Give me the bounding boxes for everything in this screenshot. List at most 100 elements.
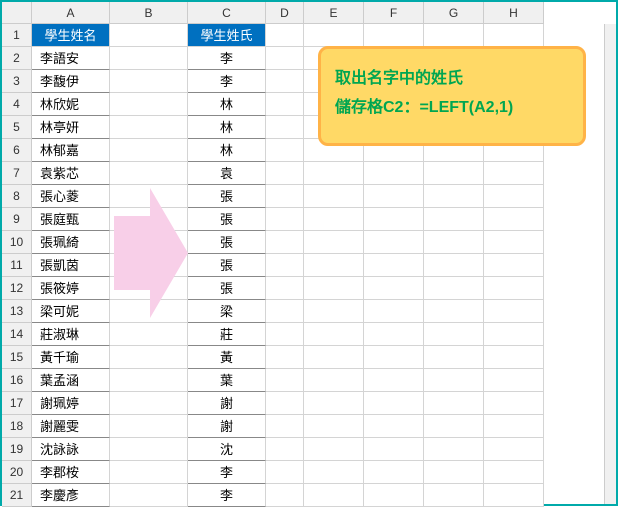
cell-E20[interactable] [304, 461, 364, 484]
cell-B8[interactable] [110, 185, 188, 208]
row-header-17[interactable]: 17 [2, 392, 32, 415]
cell-G20[interactable] [424, 461, 484, 484]
surname-cell[interactable]: 李 [188, 70, 266, 93]
cell-B7[interactable] [110, 162, 188, 185]
surname-cell[interactable]: 張 [188, 254, 266, 277]
cell-B13[interactable] [110, 300, 188, 323]
cell-H17[interactable] [484, 392, 544, 415]
row-header-21[interactable]: 21 [2, 484, 32, 507]
cell-B6[interactable] [110, 139, 188, 162]
cell-G19[interactable] [424, 438, 484, 461]
cell-E11[interactable] [304, 254, 364, 277]
cell-H9[interactable] [484, 208, 544, 231]
cell-B2[interactable] [110, 47, 188, 70]
name-cell[interactable]: 謝珮婷 [32, 392, 110, 415]
surname-cell[interactable]: 李 [188, 484, 266, 507]
cell-D5[interactable] [266, 116, 304, 139]
cell-D9[interactable] [266, 208, 304, 231]
cell-F8[interactable] [364, 185, 424, 208]
cell-D10[interactable] [266, 231, 304, 254]
cell-E16[interactable] [304, 369, 364, 392]
cell-H19[interactable] [484, 438, 544, 461]
surname-cell[interactable]: 黃 [188, 346, 266, 369]
cell-D19[interactable] [266, 438, 304, 461]
row-header-10[interactable]: 10 [2, 231, 32, 254]
cell-F9[interactable] [364, 208, 424, 231]
cell-D6[interactable] [266, 139, 304, 162]
row-header-3[interactable]: 3 [2, 70, 32, 93]
cell-F12[interactable] [364, 277, 424, 300]
surname-cell[interactable]: 張 [188, 208, 266, 231]
cell-H11[interactable] [484, 254, 544, 277]
surname-cell[interactable]: 謝 [188, 415, 266, 438]
cell-E18[interactable] [304, 415, 364, 438]
surname-cell[interactable]: 袁 [188, 162, 266, 185]
cell-B20[interactable] [110, 461, 188, 484]
cell-F17[interactable] [364, 392, 424, 415]
name-cell[interactable]: 葉孟涵 [32, 369, 110, 392]
name-cell[interactable]: 張筱婷 [32, 277, 110, 300]
row-header-12[interactable]: 12 [2, 277, 32, 300]
cell-D3[interactable] [266, 70, 304, 93]
cell-F11[interactable] [364, 254, 424, 277]
cell-G13[interactable] [424, 300, 484, 323]
cell-D18[interactable] [266, 415, 304, 438]
cell-D17[interactable] [266, 392, 304, 415]
row-header-16[interactable]: 16 [2, 369, 32, 392]
name-cell[interactable]: 沈詠詠 [32, 438, 110, 461]
cell-B15[interactable] [110, 346, 188, 369]
name-cell[interactable]: 莊淑琳 [32, 323, 110, 346]
cell-H16[interactable] [484, 369, 544, 392]
cell-H1[interactable] [484, 24, 544, 47]
cell-H7[interactable] [484, 162, 544, 185]
name-cell[interactable]: 李馥伊 [32, 70, 110, 93]
row-header-14[interactable]: 14 [2, 323, 32, 346]
surname-cell[interactable]: 梁 [188, 300, 266, 323]
cell-H14[interactable] [484, 323, 544, 346]
surname-cell[interactable]: 林 [188, 139, 266, 162]
row-header-11[interactable]: 11 [2, 254, 32, 277]
cell-E9[interactable] [304, 208, 364, 231]
cell-F7[interactable] [364, 162, 424, 185]
cell-F10[interactable] [364, 231, 424, 254]
surname-cell[interactable]: 林 [188, 116, 266, 139]
name-cell[interactable]: 張庭甄 [32, 208, 110, 231]
cell-H8[interactable] [484, 185, 544, 208]
cell-E19[interactable] [304, 438, 364, 461]
cell-F14[interactable] [364, 323, 424, 346]
cell-B14[interactable] [110, 323, 188, 346]
cell-D21[interactable] [266, 484, 304, 507]
col-header-a[interactable]: A [32, 2, 110, 24]
cell-D20[interactable] [266, 461, 304, 484]
name-cell[interactable]: 林郁嘉 [32, 139, 110, 162]
name-cell[interactable]: 張珮綺 [32, 231, 110, 254]
cell-B9[interactable] [110, 208, 188, 231]
cell-F16[interactable] [364, 369, 424, 392]
cell-G10[interactable] [424, 231, 484, 254]
cell-F20[interactable] [364, 461, 424, 484]
surname-cell[interactable]: 沈 [188, 438, 266, 461]
cell-D8[interactable] [266, 185, 304, 208]
cell-G9[interactable] [424, 208, 484, 231]
name-cell[interactable]: 袁紫芯 [32, 162, 110, 185]
col-header-b[interactable]: B [110, 2, 188, 24]
cell-H20[interactable] [484, 461, 544, 484]
cell-D13[interactable] [266, 300, 304, 323]
name-cell[interactable]: 張凱茵 [32, 254, 110, 277]
cell-G15[interactable] [424, 346, 484, 369]
cell-H10[interactable] [484, 231, 544, 254]
cell-E10[interactable] [304, 231, 364, 254]
cell-G16[interactable] [424, 369, 484, 392]
cell-B16[interactable] [110, 369, 188, 392]
cell-F1[interactable] [364, 24, 424, 47]
col-header-g[interactable]: G [424, 2, 484, 24]
row-header-19[interactable]: 19 [2, 438, 32, 461]
cell-E21[interactable] [304, 484, 364, 507]
cell-H13[interactable] [484, 300, 544, 323]
name-cell[interactable]: 李郡桉 [32, 461, 110, 484]
cell-G11[interactable] [424, 254, 484, 277]
col-header-d[interactable]: D [266, 2, 304, 24]
name-cell[interactable]: 李慶彥 [32, 484, 110, 507]
cell-G12[interactable] [424, 277, 484, 300]
cell-D12[interactable] [266, 277, 304, 300]
